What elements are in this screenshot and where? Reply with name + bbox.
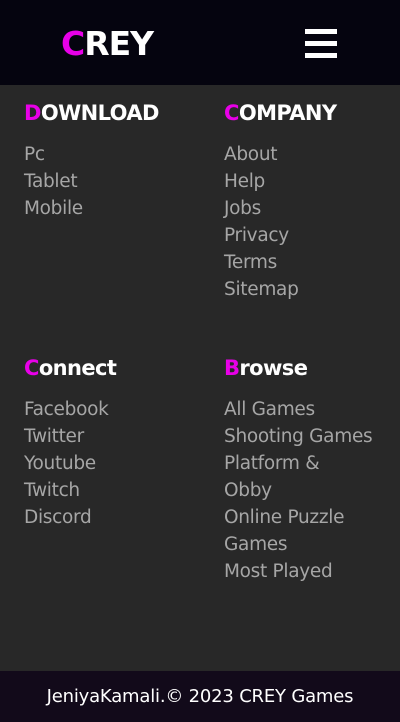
heading-initial: C (224, 101, 239, 125)
connect-section: Connect Facebook Twitter Youtube Twitch … (24, 354, 194, 531)
browse-section: Browse All Games Shooting Games Platform… (224, 354, 384, 585)
browse-links: All Games Shooting Games Platform & Obby… (224, 396, 384, 585)
download-section: DOWNLOAD Pc Tablet Mobile (24, 99, 194, 222)
hamburger-menu-icon[interactable] (305, 28, 337, 59)
link-terms[interactable]: Terms (224, 249, 394, 276)
heading-initial: D (24, 101, 41, 125)
heading-text: OMPANY (238, 101, 337, 125)
link-privacy[interactable]: Privacy (224, 222, 394, 249)
link-sitemap[interactable]: Sitemap (224, 276, 394, 303)
logo[interactable]: CREY (61, 24, 154, 64)
link-most-played[interactable]: Most Played (224, 558, 384, 585)
link-all-games[interactable]: All Games (224, 396, 384, 423)
connect-heading: Connect (24, 354, 194, 382)
connect-links: Facebook Twitter Youtube Twitch Discord (24, 396, 194, 531)
company-heading: COMPANY (224, 99, 394, 127)
link-shooting-games[interactable]: Shooting Games (224, 423, 384, 450)
copyright-text: JeniyaKamali.© 2023 CREY Games (46, 686, 354, 707)
heading-text: onnect (38, 356, 117, 380)
heading-initial: C (24, 356, 39, 380)
link-tablet[interactable]: Tablet (24, 168, 194, 195)
download-heading: DOWNLOAD (24, 99, 194, 127)
logo-text: REY (84, 24, 154, 63)
link-jobs[interactable]: Jobs (224, 195, 394, 222)
logo-initial: C (61, 24, 85, 63)
link-online-puzzle-games-line1[interactable]: Online Puzzle (224, 504, 384, 531)
company-links: About Help Jobs Privacy Terms Sitemap (224, 141, 394, 303)
link-facebook[interactable]: Facebook (24, 396, 194, 423)
menu-bar (305, 29, 337, 34)
link-platform-obby-line1[interactable]: Platform & (224, 450, 384, 477)
link-mobile[interactable]: Mobile (24, 195, 194, 222)
link-platform-obby-line2[interactable]: Obby (224, 477, 384, 504)
heading-text: OWNLOAD (40, 101, 160, 125)
link-pc[interactable]: Pc (24, 141, 194, 168)
link-twitch[interactable]: Twitch (24, 477, 194, 504)
menu-bar (305, 41, 337, 46)
company-section: COMPANY About Help Jobs Privacy Terms Si… (224, 99, 394, 303)
heading-text: rowse (239, 356, 308, 380)
browse-heading: Browse (224, 354, 384, 382)
site-footer: JeniyaKamali.© 2023 CREY Games (0, 671, 400, 722)
link-about[interactable]: About (224, 141, 394, 168)
link-discord[interactable]: Discord (24, 504, 194, 531)
download-links: Pc Tablet Mobile (24, 141, 194, 222)
link-twitter[interactable]: Twitter (24, 423, 194, 450)
heading-initial: B (224, 356, 240, 380)
link-online-puzzle-games-line2[interactable]: Games (224, 531, 384, 558)
link-youtube[interactable]: Youtube (24, 450, 194, 477)
site-header: CREY (0, 0, 400, 85)
menu-bar (305, 53, 337, 58)
link-help[interactable]: Help (224, 168, 394, 195)
